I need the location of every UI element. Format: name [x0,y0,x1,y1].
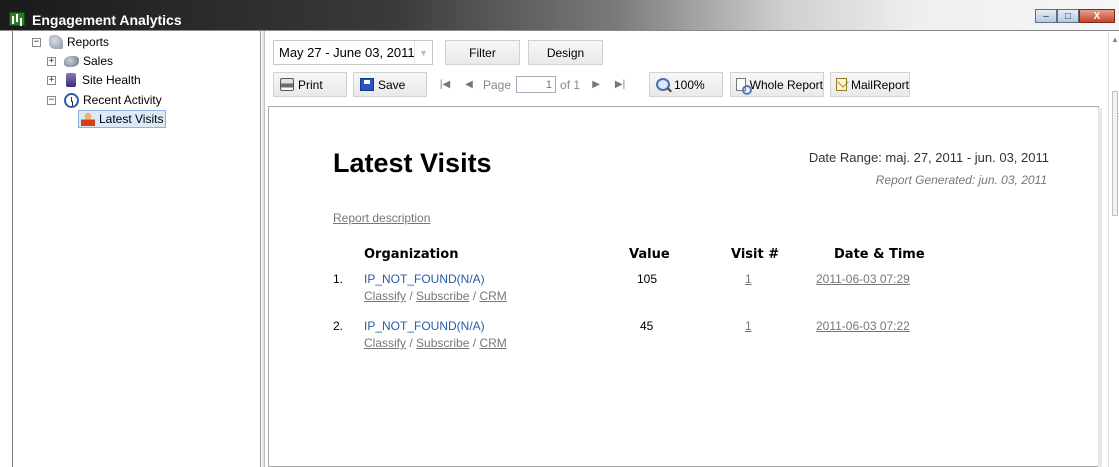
report-description-link[interactable]: Report description [333,211,430,225]
tree-item-label: Sales [83,54,114,68]
clock-icon [64,92,79,108]
datetime-link[interactable]: 2011-06-03 07:22 [816,319,910,333]
print-label: Print [298,77,323,92]
row-actions: Classify / Subscribe / CRM [364,336,507,350]
floppy-disk-icon [360,78,374,91]
report-title: Latest Visits [333,148,492,178]
document-search-icon [736,78,752,95]
last-page-icon[interactable]: ▶| [612,79,628,90]
tree-item-latest-visits[interactable]: Latest Visits [78,110,167,128]
mail-report-button[interactable]: MailReport [830,72,910,97]
visit-link[interactable]: 1 [745,272,752,286]
tree-item-recent-activity[interactable]: − Recent Activity [47,91,162,109]
column-header-visit: Visit # [731,247,780,262]
row-index: 2. [333,319,344,333]
tree-item-reports[interactable]: − Reports [32,33,109,51]
row-index: 1. [333,272,344,286]
page-number-input[interactable] [516,76,557,93]
zoom-label: 100% [674,77,705,92]
scrollbar-thumb[interactable] [1112,91,1118,216]
collapse-toggle[interactable]: − [32,37,41,47]
action-separator: / [472,289,477,303]
organization-link[interactable]: IP_NOT_FOUND(N/A) [364,272,485,286]
tree-item-sales[interactable]: + Sales [47,52,113,70]
print-button[interactable]: Print [273,72,347,97]
collapse-toggle[interactable]: − [47,95,56,105]
row-value: 105 [637,272,658,286]
report-tree: − Reports + Sales + Site Health − Recent… [12,31,261,467]
window-title: Engagement Analytics [32,12,182,28]
organization-link[interactable]: IP_NOT_FOUND(N/A) [364,319,485,333]
save-label: Save [378,77,406,92]
report-page-shadow [1098,108,1102,467]
magnifier-icon [656,78,670,91]
report-date-range: Date Range: maj. 27, 2011 - jun. 03, 201… [808,150,1049,165]
envelope-icon [836,78,847,91]
next-page-icon[interactable]: ▶ [588,79,604,90]
vertical-scrollbar[interactable]: ▲ [1108,31,1119,467]
tree-item-label: Site Health [82,73,141,87]
subscribe-link[interactable]: Subscribe [416,336,469,350]
column-header-organization: Organization [364,247,459,262]
column-header-datetime: Date & Time [834,247,925,262]
page-label: Page [483,77,512,92]
action-separator: / [409,336,413,350]
tree-item-label: Reports [67,35,110,49]
sales-icon [64,55,79,67]
crm-link[interactable]: CRM [479,336,506,350]
pane-splitter[interactable] [262,31,265,467]
printer-icon [280,78,294,91]
action-separator: / [409,289,413,303]
pager: |◀ ◀ Page of 1 ▶ ▶| [437,72,628,97]
design-button[interactable]: Design [528,40,603,65]
whole-report-label: Whole Report [749,77,823,92]
whole-report-button[interactable]: Whole Report [730,72,824,97]
classify-link[interactable]: Classify [364,336,406,350]
splitter-grip-icon[interactable]: ⋮ [1114,112,1119,121]
window-titlebar[interactable]: Engagement Analytics – □ X [0,0,1119,31]
tree-item-label: Latest Visits [99,112,164,126]
action-separator: / [472,336,477,350]
zoom-button[interactable]: 100% [649,72,723,97]
app-chart-icon [9,12,25,26]
row-actions: Classify / Subscribe / CRM [364,289,507,303]
window-controls: – □ X [1035,9,1115,23]
close-button[interactable]: X [1079,9,1115,23]
first-page-icon[interactable]: |◀ [437,79,453,90]
subscribe-link[interactable]: Subscribe [416,289,469,303]
reports-icon [49,35,63,49]
row-value: 45 [640,319,654,333]
visit-link[interactable]: 1 [745,319,752,333]
chevron-down-icon[interactable]: ▼ [414,41,432,64]
tree-item-label: Recent Activity [83,93,162,107]
previous-page-icon[interactable]: ◀ [461,79,477,90]
user-icon [81,112,95,126]
column-header-value: Value [629,247,670,262]
minimize-button[interactable]: – [1035,9,1057,23]
datetime-link[interactable]: 2011-06-03 07:29 [816,272,910,286]
scroll-up-icon[interactable]: ▲ [1111,35,1119,44]
save-button[interactable]: Save [353,72,427,97]
report-generated: Report Generated: jun. 03, 2011 [875,173,1047,187]
crm-link[interactable]: CRM [479,289,506,303]
expand-toggle[interactable]: + [47,75,56,85]
classify-link[interactable]: Classify [364,289,406,303]
maximize-button[interactable]: □ [1057,9,1079,23]
date-range-select[interactable]: May 27 - June 03, 2011 ▼ [273,40,433,65]
page-count: of 1 [560,77,581,92]
expand-toggle[interactable]: + [47,56,56,66]
mail-report-label: MailReport [850,77,909,92]
tree-item-site-health[interactable]: + Site Health [47,71,141,89]
date-range-value: May 27 - June 03, 2011 [279,45,415,60]
site-health-icon [66,73,76,87]
filter-button[interactable]: Filter [445,40,520,65]
